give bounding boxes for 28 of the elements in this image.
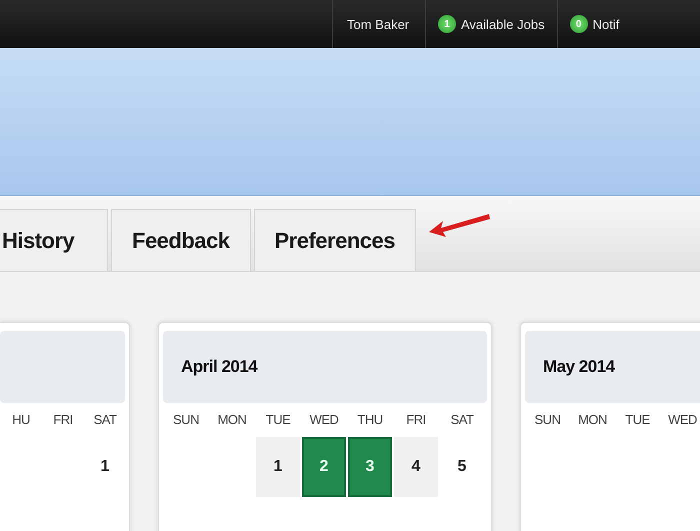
weekday-label: WED <box>667 411 698 429</box>
tab[interactable]: Feedback <box>111 209 250 271</box>
weekday-label: FRI <box>405 411 427 429</box>
weekday-label: TUE <box>624 411 651 429</box>
weekday-label: SUN <box>172 411 200 429</box>
weekday-label: SAT <box>92 411 118 429</box>
weekday-label: HU <box>11 411 31 429</box>
user-name[interactable]: Tom Baker <box>333 16 425 32</box>
date-cell[interactable]: 2 <box>302 437 346 497</box>
date-cell[interactable]: 3 <box>348 437 392 497</box>
date-cell[interactable]: 1 <box>85 437 125 497</box>
weekday-label: FRI <box>52 411 74 429</box>
date-cell[interactable]: 1 <box>256 437 300 497</box>
date-cell[interactable]: 4 <box>394 437 438 497</box>
weekday-label: SUN <box>534 411 562 429</box>
weekday-label: THU <box>356 411 384 429</box>
weekday-label: MON <box>577 411 608 429</box>
month-title: May 2014 <box>543 357 615 377</box>
tab[interactable]: History <box>0 209 108 271</box>
tab[interactable]: Preferences <box>254 209 416 271</box>
top-bar-link[interactable]: 1 Available Jobs <box>426 15 557 33</box>
weekday-label: WED <box>308 411 340 429</box>
weekday-label: SAT <box>450 411 475 429</box>
top-bar-link[interactable]: 0 Notif <box>558 15 632 33</box>
weekday-label: MON <box>216 411 248 429</box>
date-cell[interactable]: 5 <box>440 437 484 497</box>
month-title: April 2014 <box>181 357 258 377</box>
weekday-label: TUE <box>264 411 292 429</box>
